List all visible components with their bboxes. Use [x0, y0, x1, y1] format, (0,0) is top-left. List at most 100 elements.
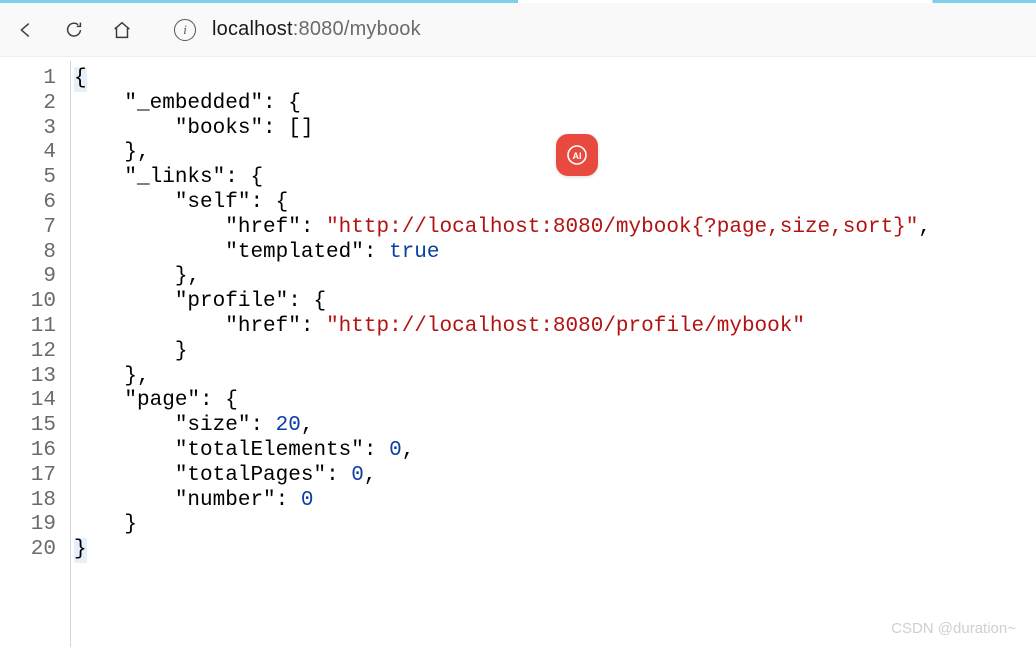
line-number: 18 — [0, 489, 56, 514]
token-punc: } — [74, 538, 87, 563]
token-key: "profile" — [175, 290, 288, 313]
line-number: 5 — [0, 166, 56, 191]
token-key: "books" — [175, 117, 263, 140]
token-punc: : { — [250, 191, 288, 214]
code-body: { "_embedded": { "books": [] }, "_links"… — [66, 67, 1036, 563]
code-line: } — [74, 340, 1036, 365]
token-key: "templated" — [225, 241, 364, 264]
token-key: "_embedded" — [124, 92, 263, 115]
ai-badge[interactable]: AI — [556, 134, 598, 176]
line-number: 8 — [0, 241, 56, 266]
token-punc: } — [175, 340, 188, 363]
token-punc: : { — [225, 166, 263, 189]
token-punc: , — [402, 439, 415, 462]
svg-text:AI: AI — [573, 151, 582, 161]
browser-toolbar: i localhost:8080/mybook — [0, 3, 1036, 57]
code-line: "totalPages": 0, — [74, 464, 1036, 489]
token-key: "number" — [175, 489, 276, 512]
code-line: }, — [74, 265, 1036, 290]
token-punc: : { — [263, 92, 301, 115]
token-punc: , — [918, 216, 931, 239]
code-line: "books": [] — [74, 117, 1036, 142]
url-port: :8080 — [293, 18, 344, 40]
url-path: /mybook — [344, 18, 421, 40]
code-line: "self": { — [74, 191, 1036, 216]
code-line: "href": "http://localhost:8080/profile/m… — [74, 315, 1036, 340]
code-line: "number": 0 — [74, 489, 1036, 514]
code-line: "page": { — [74, 389, 1036, 414]
line-number: 1 — [0, 67, 56, 92]
token-punc: : — [250, 414, 275, 437]
token-punc: : [] — [263, 117, 313, 140]
line-number: 2 — [0, 92, 56, 117]
line-gutter: 1234567891011121314151617181920 — [0, 67, 66, 563]
code-line: { — [74, 67, 1036, 92]
token-num: 0 — [389, 439, 402, 462]
token-bool: true — [389, 241, 439, 264]
token-str: "http://localhost:8080/mybook{?page,size… — [326, 216, 918, 239]
token-punc: : — [326, 464, 351, 487]
line-number: 15 — [0, 414, 56, 439]
code-line: "size": 20, — [74, 414, 1036, 439]
code-line: "href": "http://localhost:8080/mybook{?p… — [74, 216, 1036, 241]
token-key: "page" — [124, 389, 200, 412]
code-line: }, — [74, 141, 1036, 166]
token-punc: } — [124, 513, 137, 536]
gutter-divider — [70, 61, 71, 647]
token-punc: }, — [124, 141, 149, 164]
line-number: 19 — [0, 513, 56, 538]
info-icon[interactable]: i — [174, 19, 196, 41]
json-viewer: 1234567891011121314151617181920 { "_embe… — [0, 57, 1036, 563]
line-number: 11 — [0, 315, 56, 340]
token-punc: : { — [200, 389, 238, 412]
code-line: } — [74, 513, 1036, 538]
token-key: "size" — [175, 414, 251, 437]
token-punc: }, — [175, 265, 200, 288]
line-number: 7 — [0, 216, 56, 241]
token-punc: : — [364, 439, 389, 462]
token-key: "href" — [225, 216, 301, 239]
code-line: }, — [74, 365, 1036, 390]
token-key: "_links" — [124, 166, 225, 189]
token-num: 0 — [301, 489, 314, 512]
nav-icons — [12, 16, 136, 44]
url-text: localhost:8080/mybook — [212, 18, 421, 41]
token-punc: : — [301, 315, 326, 338]
back-button[interactable] — [12, 16, 40, 44]
token-str: "http://localhost:8080/profile/mybook" — [326, 315, 805, 338]
line-number: 13 — [0, 365, 56, 390]
line-number: 3 — [0, 117, 56, 142]
token-key: "href" — [225, 315, 301, 338]
url-host: localhost — [212, 18, 293, 40]
line-number: 16 — [0, 439, 56, 464]
url-bar[interactable]: i localhost:8080/mybook — [156, 18, 1024, 41]
token-punc: : — [364, 241, 389, 264]
line-number: 20 — [0, 538, 56, 563]
code-line: "templated": true — [74, 241, 1036, 266]
line-number: 10 — [0, 290, 56, 315]
line-number: 4 — [0, 141, 56, 166]
line-number: 12 — [0, 340, 56, 365]
code-line: "_links": { — [74, 166, 1036, 191]
code-line: "profile": { — [74, 290, 1036, 315]
token-punc: : — [276, 489, 301, 512]
token-punc: { — [74, 67, 87, 92]
line-number: 9 — [0, 265, 56, 290]
refresh-button[interactable] — [60, 16, 88, 44]
token-num: 0 — [351, 464, 364, 487]
code-line: "totalElements": 0, — [74, 439, 1036, 464]
line-number: 14 — [0, 389, 56, 414]
token-key: "totalElements" — [175, 439, 364, 462]
token-punc: , — [364, 464, 377, 487]
token-punc: : { — [288, 290, 326, 313]
line-number: 17 — [0, 464, 56, 489]
token-num: 20 — [276, 414, 301, 437]
token-punc: }, — [124, 365, 149, 388]
watermark: CSDN @duration~ — [891, 620, 1016, 637]
home-button[interactable] — [108, 16, 136, 44]
code-line: } — [74, 538, 1036, 563]
code-line: "_embedded": { — [74, 92, 1036, 117]
line-number: 6 — [0, 191, 56, 216]
token-punc: , — [301, 414, 314, 437]
token-punc: : — [301, 216, 326, 239]
